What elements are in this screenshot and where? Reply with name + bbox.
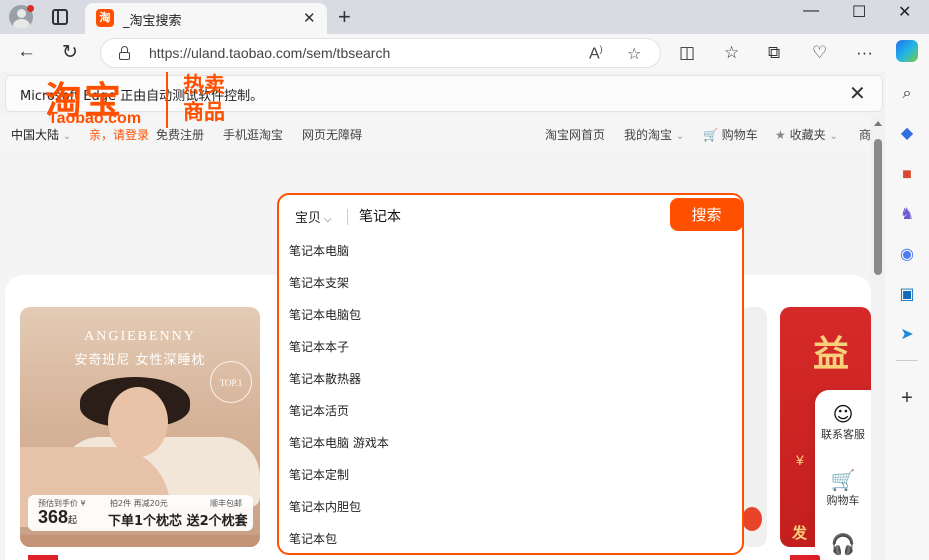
suggestion-item[interactable]: 笔记本散热器 bbox=[279, 363, 742, 395]
collections-icon[interactable]: ⧉ bbox=[768, 43, 780, 63]
promo-badge-icon bbox=[742, 507, 762, 531]
suggestion-item[interactable]: 笔记本内胆包 bbox=[279, 491, 742, 523]
tab-title: _淘宝搜索 bbox=[123, 14, 182, 29]
promo-headline: 下单1个枕芯 送2个枕套 bbox=[108, 514, 248, 529]
suggestion-item[interactable]: 笔记本电脑 游戏本 bbox=[279, 427, 742, 459]
shopping-tag-icon[interactable]: ◆ bbox=[896, 123, 918, 145]
page-scrollbar[interactable] bbox=[871, 115, 885, 560]
tab-close-icon[interactable]: ✕ bbox=[303, 9, 316, 27]
suggestion-item[interactable]: 笔记本支架 bbox=[279, 267, 742, 299]
suggestion-item[interactable]: 笔记本电脑 bbox=[279, 235, 742, 267]
refresh-icon[interactable]: ↻ bbox=[62, 41, 78, 64]
suggestion-list: 笔记本电脑 笔记本支架 笔记本电脑包 笔记本本子 笔记本散热器 笔记本活页 笔记本电脑 游戏… bbox=[279, 235, 742, 555]
search-box: 宝贝⌵ 搜索 笔记本电脑笔记本支架笔记本电脑包笔记本本子笔记本散热器笔记本活页笔… bbox=[277, 193, 744, 555]
profile-notification-dot bbox=[27, 5, 34, 12]
price-value: 368起 bbox=[38, 507, 78, 527]
my-taobao-link[interactable]: 我的淘宝 ⌄ bbox=[624, 126, 684, 143]
outlook-icon[interactable]: ▣ bbox=[896, 284, 918, 306]
more-menu-icon[interactable]: ··· bbox=[856, 43, 873, 63]
product-card-partial[interactable] bbox=[740, 307, 767, 547]
taobao-favicon-icon: 淘 bbox=[96, 9, 114, 27]
automation-infobar: Microsoft Edge 正由自动测试软件控制。 ✕ bbox=[5, 75, 883, 112]
more-nav-link[interactable]: 商 bbox=[859, 126, 871, 143]
mobile-taobao-link[interactable]: 手机逛淘宝 bbox=[223, 126, 283, 143]
product-red-money: ¥ bbox=[796, 452, 804, 468]
edge-sidebar: ⌕ ◆ ■ ♞ ◉ ▣ ➤ + bbox=[885, 72, 929, 560]
address-bar[interactable]: https://uland.taobao.com/sem/tbsearch A)… bbox=[100, 38, 661, 68]
chat-icon: ☺ bbox=[832, 402, 854, 426]
cart-icon: 🛒 bbox=[830, 468, 856, 492]
floating-service-panel: ☺ 联系客服 🛒 购物车 🎧 bbox=[815, 390, 871, 560]
register-link[interactable]: 免费注册 bbox=[156, 126, 204, 143]
new-tab-icon[interactable]: + bbox=[338, 4, 351, 30]
chevron-down-icon: ⌵ bbox=[324, 214, 332, 225]
browser-essentials-icon[interactable]: ♡ bbox=[812, 43, 827, 63]
back-icon[interactable]: ← bbox=[17, 41, 36, 63]
search-input[interactable] bbox=[359, 205, 659, 227]
address-toolbar: ← ↻ https://uland.taobao.com/sem/tbsearc… bbox=[0, 34, 929, 72]
region-selector[interactable]: 中国大陆 ⌄ bbox=[11, 126, 71, 143]
scroll-thumb[interactable] bbox=[874, 139, 882, 275]
maximize-icon[interactable]: ☐ bbox=[852, 2, 866, 22]
taobao-home-link[interactable]: 淘宝网首页 bbox=[545, 126, 605, 143]
product-red-bottom: 发 bbox=[792, 524, 808, 542]
infobar-close-icon[interactable]: ✕ bbox=[849, 81, 866, 106]
floating-cart-button[interactable]: 🛒 购物车 bbox=[815, 468, 871, 508]
tab-taobao-search[interactable]: 淘 _淘宝搜索 ✕ bbox=[85, 3, 327, 34]
search-icon[interactable]: ⌕ bbox=[896, 83, 918, 105]
shipping-text: 顺丰包邮 bbox=[210, 499, 242, 508]
url-text[interactable]: https://uland.taobao.com/sem/tbsearch bbox=[149, 45, 390, 61]
promo-text: 拍2件 再减20元 bbox=[110, 499, 168, 508]
taobao-logo-en[interactable]: Taobao.com bbox=[48, 110, 141, 128]
window-close-icon[interactable]: ✕ bbox=[898, 2, 911, 22]
browser-tab-bar: 淘 _淘宝搜索 ✕ + — ☐ ✕ bbox=[0, 0, 929, 34]
favorites-link[interactable]: ★ 收藏夹 ⌄ bbox=[775, 126, 838, 143]
tools-icon[interactable]: ■ bbox=[896, 164, 918, 186]
product-brand: ANGIEBENNY bbox=[84, 329, 196, 344]
suggestion-item[interactable]: 笔记本活页 bbox=[279, 395, 742, 427]
split-screen-icon[interactable]: ◫ bbox=[679, 43, 695, 63]
login-link[interactable]: 亲，请登录 bbox=[89, 126, 149, 143]
cart-link[interactable]: 🛒 购物车 bbox=[703, 126, 758, 143]
accessibility-link[interactable]: 网页无障碍 bbox=[302, 126, 362, 143]
price-box: 预估到手价 ¥ 368起 拍2件 再减20元 顺丰包邮 下单1个枕芯 送2个枕套 bbox=[28, 495, 253, 531]
copilot-icon[interactable] bbox=[896, 40, 918, 62]
suggestion-item[interactable]: 笔记本包 bbox=[279, 523, 742, 555]
contact-service-button[interactable]: ☺ 联系客服 bbox=[815, 402, 871, 442]
cart-icon: 🛒 bbox=[703, 128, 718, 142]
search-category-dropdown[interactable]: 宝贝 ⌵ bbox=[295, 207, 332, 226]
headset-icon: 🎧 bbox=[830, 532, 856, 556]
minimize-icon[interactable]: — bbox=[803, 2, 819, 20]
star-icon: ★ bbox=[775, 128, 786, 142]
logo-divider bbox=[166, 72, 168, 128]
product-red-title: 益 bbox=[813, 334, 850, 375]
lock-icon[interactable] bbox=[119, 46, 130, 60]
suggestion-item[interactable]: 笔记本本子 bbox=[279, 331, 742, 363]
read-aloud-icon[interactable]: A) bbox=[589, 44, 603, 63]
product-card-pillow[interactable]: ANGIEBENNY 安奇班尼 女性深睡枕 TOP.1 预估到手价 ¥ 368起… bbox=[20, 307, 260, 547]
add-sidebar-icon[interactable]: + bbox=[896, 387, 918, 409]
suggestion-item[interactable]: 笔记本定制 bbox=[279, 459, 742, 491]
microsoft-365-icon[interactable]: ◉ bbox=[896, 244, 918, 266]
favorites-icon[interactable]: ☆ bbox=[724, 43, 739, 63]
hot-products-label: 热卖商品 bbox=[183, 73, 225, 124]
top1-badge: TOP.1 bbox=[210, 361, 252, 403]
send-icon[interactable]: ➤ bbox=[896, 324, 918, 346]
suggestion-item[interactable]: 笔记本电脑包 bbox=[279, 299, 742, 331]
search-button[interactable]: 搜索 bbox=[670, 198, 743, 231]
games-icon[interactable]: ♞ bbox=[896, 204, 918, 226]
scroll-up-arrow-icon[interactable] bbox=[874, 121, 882, 126]
tab-actions-icon[interactable] bbox=[52, 9, 68, 25]
sidebar-divider bbox=[896, 360, 918, 361]
headset-button[interactable]: 🎧 bbox=[815, 532, 871, 556]
favorite-star-icon[interactable]: ☆ bbox=[627, 44, 641, 64]
